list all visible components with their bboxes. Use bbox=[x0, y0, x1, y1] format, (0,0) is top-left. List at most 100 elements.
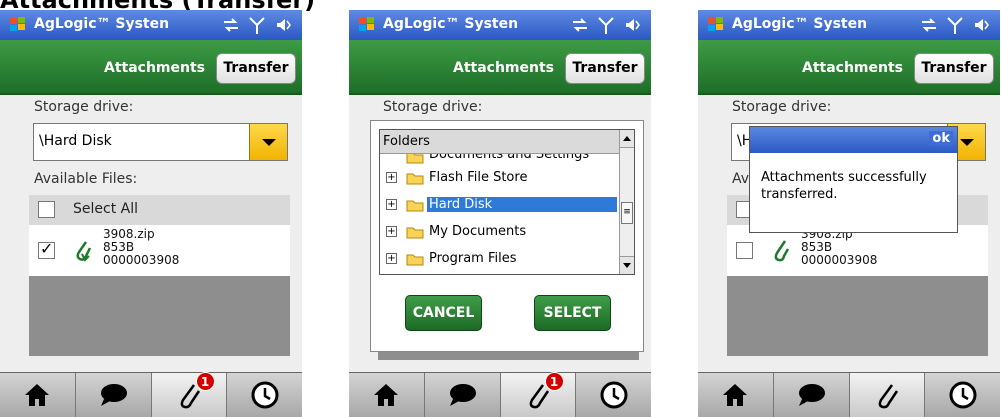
nav-attachments-button[interactable]: 1 bbox=[500, 372, 577, 417]
folder-icon bbox=[406, 252, 424, 266]
expand-icon[interactable]: + bbox=[386, 172, 397, 183]
header-bar: Attachments Transfer bbox=[349, 40, 651, 95]
expand-icon[interactable]: + bbox=[386, 199, 397, 210]
folder-item[interactable]: + My Documents bbox=[380, 220, 620, 246]
folder-item[interactable]: + Flash File Store bbox=[380, 166, 620, 192]
cancel-button[interactable]: CANCEL bbox=[405, 295, 482, 331]
status-bar: AgLogic™ Systen bbox=[698, 10, 1000, 40]
transfer-button[interactable]: Transfer bbox=[216, 53, 296, 84]
folder-tree-header: Folders bbox=[380, 130, 620, 154]
nav-history-button[interactable] bbox=[227, 373, 302, 417]
file-list-empty-area bbox=[378, 352, 639, 360]
status-bar: AgLogic™ Systen bbox=[0, 10, 302, 40]
bottom-nav: 1 bbox=[0, 372, 302, 417]
folder-scrollbar[interactable]: ≡ bbox=[619, 130, 634, 274]
nav-attachments-button[interactable]: 1 bbox=[151, 372, 228, 417]
chevron-down-icon[interactable] bbox=[249, 124, 287, 160]
select-all-row[interactable]: Select All bbox=[29, 195, 290, 225]
clock-icon bbox=[949, 381, 977, 409]
sync-icon bbox=[222, 15, 240, 35]
storage-drive-label: Storage drive: bbox=[732, 99, 832, 115]
tab-attachments[interactable]: Attachments bbox=[802, 60, 903, 76]
chat-icon bbox=[101, 384, 128, 406]
home-icon bbox=[25, 384, 50, 406]
nav-home-button[interactable] bbox=[0, 373, 76, 417]
attachment-icon bbox=[878, 384, 898, 409]
storage-drive-label: Storage drive: bbox=[34, 99, 134, 115]
storage-drive-label: Storage drive: bbox=[383, 99, 483, 115]
nav-history-button[interactable] bbox=[925, 373, 1000, 417]
select-all-checkbox[interactable] bbox=[38, 201, 55, 218]
sync-icon bbox=[920, 15, 938, 35]
bottom-nav: 1 bbox=[349, 372, 651, 417]
folder-icon bbox=[406, 198, 424, 212]
signal-antenna-icon bbox=[946, 15, 964, 35]
scroll-up-icon[interactable] bbox=[620, 130, 634, 148]
nav-messages-button[interactable] bbox=[76, 373, 152, 417]
folder-item[interactable]: Documents and Settings bbox=[380, 154, 620, 166]
dialog-message: Attachments successfully transferred. bbox=[761, 170, 927, 202]
screen-transfer-complete: AgLogic™ Systen Attachments Transfer Sto… bbox=[698, 10, 1000, 417]
file-list-item[interactable]: ✓ 3908.zip 853B 0000003908 bbox=[29, 225, 290, 276]
signal-antenna-icon bbox=[248, 15, 266, 35]
paperclip-download-icon bbox=[73, 238, 93, 264]
select-button[interactable]: SELECT bbox=[534, 295, 611, 331]
file-checkbox[interactable] bbox=[736, 242, 753, 259]
folder-name: Hard Disk bbox=[427, 197, 617, 212]
file-id: 0000003908 bbox=[103, 253, 180, 267]
storage-drive-value: \Hard Disk bbox=[39, 133, 112, 149]
checkmark-icon: ✓ bbox=[40, 239, 54, 258]
bottom-nav bbox=[698, 372, 1000, 417]
select-all-label: Select All bbox=[73, 201, 138, 217]
volume-icon bbox=[972, 15, 990, 35]
expand-icon[interactable]: + bbox=[386, 253, 397, 264]
folder-name: Flash File Store bbox=[429, 170, 528, 185]
app-title: AgLogic™ Systen bbox=[34, 16, 170, 32]
storage-drive-select[interactable]: \Hard Disk bbox=[33, 123, 288, 161]
chat-icon bbox=[799, 384, 826, 406]
folder-icon bbox=[406, 171, 424, 185]
file-checkbox[interactable]: ✓ bbox=[38, 239, 55, 259]
nav-messages-button[interactable] bbox=[774, 373, 850, 417]
folder-item-selected[interactable]: + Hard Disk bbox=[380, 193, 620, 219]
ok-button[interactable]: ok bbox=[929, 131, 953, 146]
notification-badge: 1 bbox=[195, 372, 215, 391]
header-bar: Attachments Transfer bbox=[698, 40, 1000, 95]
app-title: AgLogic™ Systen bbox=[383, 16, 519, 32]
clock-icon bbox=[600, 381, 628, 409]
home-icon bbox=[723, 384, 748, 406]
header-bar: Attachments Transfer bbox=[0, 40, 302, 95]
folder-item[interactable]: + Program Files bbox=[380, 247, 620, 273]
status-bar: AgLogic™ Systen bbox=[349, 10, 651, 40]
volume-icon bbox=[623, 15, 641, 35]
windows-start-icon[interactable] bbox=[358, 16, 376, 34]
notification-badge: 1 bbox=[544, 372, 564, 391]
nav-home-button[interactable] bbox=[349, 373, 425, 417]
folder-icon bbox=[406, 154, 424, 164]
volume-icon bbox=[274, 15, 292, 35]
file-id: 0000003908 bbox=[801, 253, 878, 267]
nav-home-button[interactable] bbox=[698, 373, 774, 417]
available-files-label: Available Files: bbox=[34, 171, 138, 187]
home-icon bbox=[374, 384, 399, 406]
paperclip-icon bbox=[771, 238, 791, 264]
transfer-success-dialog: ok Attachments successfully transferred. bbox=[749, 126, 958, 233]
file-list-empty-area bbox=[727, 276, 988, 356]
tab-attachments[interactable]: Attachments bbox=[453, 60, 554, 76]
transfer-button[interactable]: Transfer bbox=[565, 53, 645, 84]
nav-attachments-button[interactable] bbox=[849, 373, 926, 417]
tab-attachments[interactable]: Attachments bbox=[104, 60, 205, 76]
folder-tree[interactable]: Folders Documents and Settings + Flash F… bbox=[379, 129, 635, 275]
folder-picker-dialog: Folders Documents and Settings + Flash F… bbox=[370, 120, 644, 352]
folder-icon bbox=[406, 225, 424, 239]
nav-messages-button[interactable] bbox=[425, 373, 501, 417]
transfer-button[interactable]: Transfer bbox=[914, 53, 994, 84]
folder-name: My Documents bbox=[429, 224, 527, 239]
expand-icon[interactable]: + bbox=[386, 226, 397, 237]
scroll-down-icon[interactable] bbox=[620, 256, 634, 274]
windows-start-icon[interactable] bbox=[707, 16, 725, 34]
nav-history-button[interactable] bbox=[576, 373, 651, 417]
windows-start-icon[interactable] bbox=[9, 16, 27, 34]
scroll-thumb[interactable]: ≡ bbox=[621, 202, 633, 224]
dialog-titlebar: ok bbox=[750, 127, 957, 153]
